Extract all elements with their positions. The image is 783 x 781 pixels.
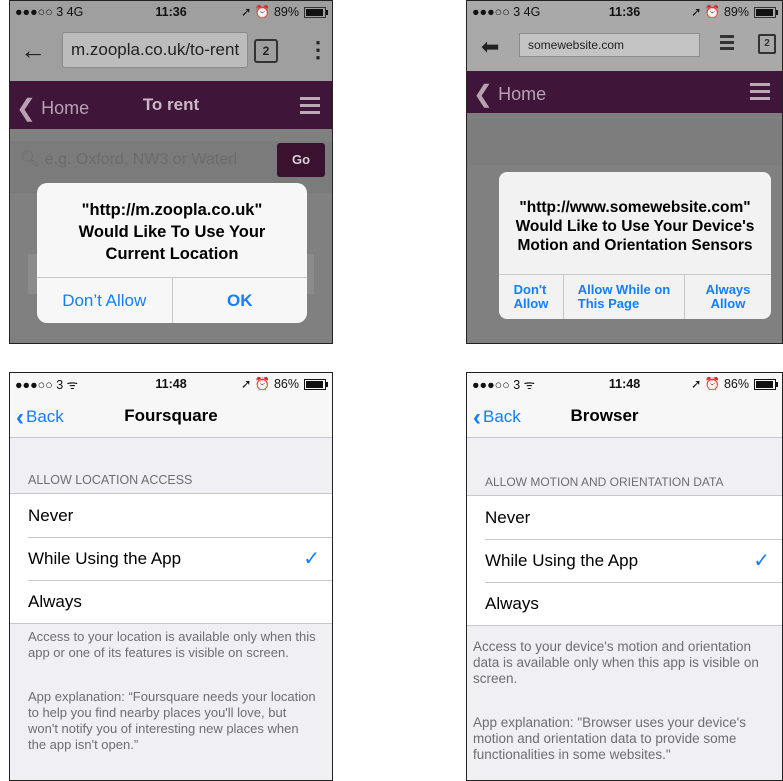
nav-bar: ‹ Back Foursquare [10,395,332,438]
alert-message: "http://m.zoopla.co.uk" Would Like To Us… [78,201,266,263]
status-right: ➚ ⏰ 89% [241,4,328,20]
nav-bar: ‹ Back Browser [467,395,782,438]
location-options-list: Never While Using the App ✓ Always [10,493,332,624]
alert-message: "http://www.somewebsite.com" Would Like … [515,199,755,254]
section-header: ALLOW LOCATION ACCESS [28,473,193,487]
option-always[interactable]: Always [10,580,332,623]
tabs-count-button[interactable]: 2 [758,34,776,54]
tabs-count-button[interactable]: 2 [254,39,278,63]
option-never[interactable]: Never [467,496,782,539]
battery-icon [754,6,778,18]
option-always[interactable]: Always [467,582,782,625]
option-never[interactable]: Never [10,494,332,537]
overflow-menu-icon[interactable]: ⋮ [307,37,329,63]
somewebsite-motion-screen: ●●●○○ 3 4G 11:36 ➚ ⏰ 89% ⬅ somewebsite.c… [466,0,783,344]
section-header: ALLOW MOTION AND ORIENTATION DATA [485,475,724,489]
dont-allow-button[interactable]: Don't Allow [499,275,563,319]
allow-while-on-page-button[interactable]: Allow While on This Page [563,275,684,319]
site-nav-bar: ❮ Home [467,71,782,113]
status-right: ➚ ⏰ 86% [691,376,778,392]
back-arrow-icon[interactable]: ⬅ [481,34,499,60]
status-bar: ●●●○○ 3 ᯤ 11:48 ➚ ⏰ 86% [467,373,782,395]
motion-permission-alert: "http://www.somewebsite.com" Would Like … [499,172,771,319]
hamburger-icon[interactable] [750,83,770,104]
search-input[interactable]: 🔍︎ e.g. Oxford, NW3 or Waterl [20,149,237,169]
browser-motion-settings: ●●●○○ 3 ᯤ 11:48 ➚ ⏰ 86% ‹ Back Browser AL… [466,372,783,781]
access-note: Access to your device's motion and orien… [473,639,759,686]
hamburger-icon[interactable] [300,97,320,118]
checkmark-icon: ✓ [303,548,320,570]
status-bar: ●●●○○ 3 4G 11:36 ➚ ⏰ 89% [10,1,332,23]
option-while-using[interactable]: While Using the App ✓ [467,539,782,582]
zoopla-location-screen: ●●●○○ 3 4G 11:36 ➚ ⏰ 89% ← m.zoopla.co.u… [9,0,333,344]
page-title: Foursquare [124,406,218,425]
checkmark-icon: ✓ [753,550,770,572]
site-nav-bar: ❮ Home To rent [10,81,332,129]
dont-allow-button[interactable]: Don’t Allow [37,278,172,323]
url-bar[interactable]: m.zoopla.co.uk/to-rent [62,32,248,68]
background-panel [467,119,782,165]
motion-options-list: Never While Using the App ✓ Always [467,495,782,626]
nav-title: To rent [142,95,200,114]
app-explanation: App explanation: “Foursquare needs your … [28,689,316,752]
status-bar: ●●●○○ 3 ᯤ 11:48 ➚ ⏰ 86% [10,373,332,395]
menu-icon[interactable] [720,35,734,53]
back-arrow-icon[interactable]: ← [20,37,46,63]
app-explanation: App explanation: "Browser uses your devi… [473,715,747,762]
home-link[interactable]: ❮ Home [473,80,546,109]
status-right: ➚ ⏰ 86% [241,376,328,392]
go-button[interactable]: Go [277,143,325,177]
chevron-left-icon: ❮ [473,81,494,108]
option-while-using[interactable]: While Using the App ✓ [10,537,332,580]
location-permission-alert: "http://m.zoopla.co.uk" Would Like To Us… [37,183,307,323]
status-bar: ●●●○○ 3 4G 11:36 ➚ ⏰ 89% [467,1,782,23]
battery-icon [754,378,778,390]
search-icon: 🔍︎ [20,151,41,168]
access-note: Access to your location is available onl… [28,629,316,660]
battery-icon [304,378,328,390]
page-title: Browser [570,406,639,425]
foursquare-location-settings: ●●●○○ 3 ᯤ 11:48 ➚ ⏰ 86% ‹ Back Foursquare… [9,372,333,781]
ok-button[interactable]: OK [171,278,308,323]
status-right: ➚ ⏰ 89% [691,4,778,20]
battery-icon [304,6,328,18]
always-allow-button[interactable]: Always Allow [684,275,771,319]
url-bar[interactable]: somewebsite.com [519,33,700,57]
